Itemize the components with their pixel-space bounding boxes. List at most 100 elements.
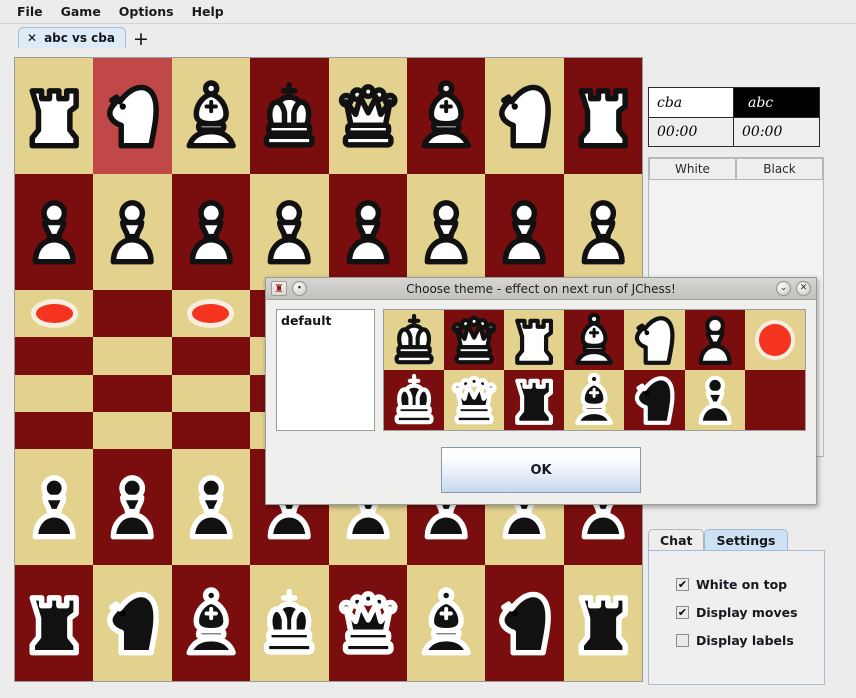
preview-black-knight-icon [624, 370, 685, 430]
move-marker-square-c6[interactable] [171, 289, 251, 338]
piece-white-pawn-c7[interactable] [171, 173, 251, 290]
piece-black-knight-g1[interactable] [485, 565, 564, 681]
checkbox-white-on-top[interactable]: ✔ [676, 578, 689, 591]
dialog-body: default [266, 300, 816, 431]
piece-white-pawn-g7[interactable] [485, 173, 564, 290]
setting-display-labels-label: Display labels [696, 633, 794, 648]
black-clock: 00:00 [734, 117, 819, 146]
square-a5[interactable] [15, 337, 94, 375]
black-player-name: abc [734, 88, 819, 117]
piece-black-pawn-c2[interactable] [171, 449, 251, 566]
move-list-header: White Black [649, 158, 823, 180]
dialog-window-controls: ⌄ ✕ [776, 281, 811, 296]
piece-white-pawn-e7[interactable] [328, 173, 407, 290]
preview-black-queen-icon [443, 370, 505, 430]
piece-black-rook-h1[interactable] [563, 565, 642, 681]
piece-black-king-d1[interactable] [250, 565, 329, 681]
square-b5[interactable] [93, 337, 172, 375]
setting-white-on-top-label: White on top [696, 577, 788, 592]
close-icon[interactable]: ✕ [796, 281, 811, 296]
preview-move-marker-icon [744, 310, 805, 370]
piece-black-pawn-b2[interactable] [93, 449, 172, 566]
setting-white-on-top[interactable]: ✔ White on top [676, 577, 824, 592]
preview-white-rook-icon [504, 310, 565, 370]
preview-black-rook-icon [504, 370, 565, 430]
preview-black-bishop-icon [564, 370, 625, 430]
piece-black-pawn-a2[interactable] [15, 449, 94, 566]
piece-white-bishop-c8[interactable] [171, 58, 251, 174]
preview-white-knight-icon [624, 310, 685, 370]
jchess-window: File Game Options Help ✕ abc vs cba + cb… [0, 0, 856, 698]
minimize-icon[interactable]: ⌄ [776, 281, 791, 296]
game-tab[interactable]: ✕ abc vs cba [18, 27, 126, 48]
preview-white-king-icon [383, 310, 444, 370]
piece-black-knight-b1[interactable] [93, 565, 172, 681]
tab-chat[interactable]: Chat [648, 529, 705, 550]
white-clock: 00:00 [649, 117, 734, 146]
piece-black-queen-e1[interactable] [328, 565, 407, 681]
dialog-footer: OK [266, 447, 816, 493]
square-c4[interactable] [171, 374, 251, 412]
tab-close-icon[interactable]: ✕ [27, 32, 37, 44]
piece-white-knight-g8[interactable] [485, 58, 564, 174]
game-tab-label: abc vs cba [44, 31, 115, 45]
checkbox-display-moves[interactable]: ✔ [676, 606, 689, 619]
piece-black-rook-a1[interactable] [15, 565, 94, 681]
dialog-title-bar[interactable]: ♜ ∙ Choose theme - effect on next run of… [266, 278, 816, 300]
theme-preview [382, 309, 806, 431]
move-marker-square-a6[interactable] [15, 289, 94, 338]
menu-file[interactable]: File [8, 2, 52, 22]
square-c3[interactable] [171, 411, 251, 450]
dialog-title: Choose theme - effect on next run of JCh… [406, 281, 676, 296]
piece-white-rook-a8[interactable] [15, 58, 94, 174]
white-player-name: cba [649, 88, 734, 117]
piece-white-king-d8[interactable] [250, 58, 329, 174]
piece-black-bishop-c1[interactable] [171, 565, 251, 681]
menu-help[interactable]: Help [183, 2, 233, 22]
checkbox-display-labels[interactable] [676, 634, 689, 647]
square-b6[interactable] [93, 289, 172, 338]
move-list-col-black[interactable]: Black [736, 158, 823, 180]
move-marker[interactable] [187, 299, 235, 328]
piece-white-queen-e8[interactable] [328, 58, 407, 174]
theme-list[interactable]: default [276, 309, 375, 431]
app-icon: ♜ [271, 281, 287, 296]
menu-options[interactable]: Options [110, 2, 183, 22]
setting-display-moves-label: Display moves [696, 605, 798, 620]
preview-white-pawn-icon [684, 310, 745, 370]
settings-panel: ✔ White on top ✔ Display moves Display l… [648, 550, 825, 685]
dialog-title-left-buttons: ♜ ∙ [266, 281, 307, 296]
menu-bar: File Game Options Help [0, 0, 856, 24]
square-a3[interactable] [15, 411, 94, 450]
preview-white-bishop-icon [564, 310, 625, 370]
setting-display-moves[interactable]: ✔ Display moves [676, 605, 824, 620]
square-c5[interactable] [171, 337, 251, 375]
piece-white-pawn-f7[interactable] [406, 173, 486, 290]
piece-white-rook-h8[interactable] [563, 58, 642, 174]
preview-white-queen-icon [443, 310, 505, 370]
window-menu-button[interactable]: ∙ [292, 281, 307, 296]
piece-white-pawn-a7[interactable] [15, 173, 94, 290]
piece-white-pawn-b7[interactable] [93, 173, 172, 290]
move-marker[interactable] [30, 299, 78, 328]
piece-white-bishop-f8[interactable] [406, 58, 486, 174]
bottom-tab-strip: Chat Settings [648, 528, 850, 550]
choose-theme-dialog[interactable]: ♜ ∙ Choose theme - effect on next run of… [265, 277, 817, 505]
new-tab-button[interactable]: + [133, 30, 149, 49]
piece-white-pawn-h7[interactable] [563, 173, 642, 290]
ok-button[interactable]: OK [441, 447, 641, 493]
bottom-tab-panel: Chat Settings ✔ White on top ✔ Display m… [648, 528, 850, 685]
theme-list-item-default[interactable]: default [281, 313, 374, 328]
tab-settings[interactable]: Settings [704, 529, 788, 550]
piece-white-pawn-d7[interactable] [250, 173, 329, 290]
preview-empty-square [744, 370, 805, 430]
square-b4[interactable] [93, 374, 172, 412]
setting-display-labels[interactable]: Display labels [676, 633, 824, 648]
menu-game[interactable]: Game [52, 2, 110, 22]
preview-black-king-icon [383, 370, 444, 430]
piece-black-bishop-f1[interactable] [406, 565, 486, 681]
square-a4[interactable] [15, 374, 94, 412]
square-b3[interactable] [93, 411, 172, 450]
move-list-col-white[interactable]: White [649, 158, 736, 180]
piece-white-knight-b8[interactable] [93, 58, 172, 174]
